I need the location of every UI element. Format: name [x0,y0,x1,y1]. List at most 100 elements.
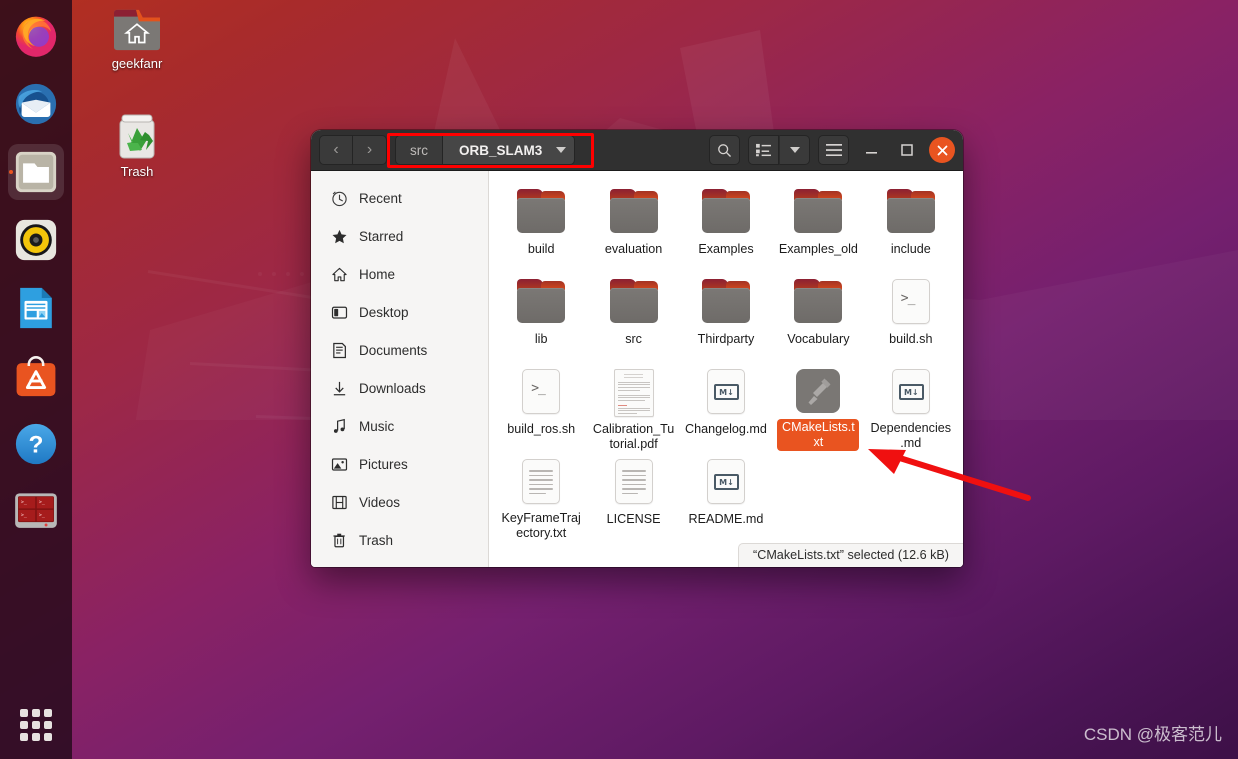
sidebar-item-pictures[interactable]: Pictures [311,445,488,483]
search-button[interactable] [709,135,740,165]
main-menu-button[interactable] [818,135,849,165]
file-item[interactable]: KeyFrameTrajectory.txt [495,451,587,541]
clock-icon [332,191,347,206]
file-item[interactable]: include [865,181,957,271]
app-grid-dot [32,721,40,729]
minimize-button[interactable] [857,136,885,164]
view-options-button[interactable] [779,135,810,165]
folder-icon [701,279,750,327]
app-grid-dot [20,709,28,717]
forward-button[interactable]: › [353,135,387,165]
file-item[interactable]: evaluation [587,181,679,271]
maximize-icon [901,144,913,156]
trash-icon [333,533,345,547]
file-item-selected[interactable]: CMakeLists.txt [772,361,864,451]
file-item[interactable]: lib [495,271,587,361]
sidebar-item-home[interactable]: Home [311,255,488,293]
file-item-placeholder [772,451,864,541]
desktop-icon-trash[interactable]: Trash [91,112,183,179]
folder-icon [886,189,935,237]
navigation-buttons: ‹ › [319,135,387,165]
app-grid-dot [20,733,28,741]
file-item[interactable]: Examples [680,181,772,271]
dock-item-ubuntu-software[interactable] [8,348,64,404]
sidebar-item-downloads[interactable]: Downloads [311,369,488,407]
file-item[interactable]: >_ build.sh [865,271,957,361]
dock-item-firefox[interactable] [8,8,64,64]
desktop-icon-home[interactable]: geekfanr [91,8,183,71]
file-item[interactable]: M↓ README.md [680,451,772,541]
files-icon [15,151,57,193]
sidebar-item-music[interactable]: Music [311,407,488,445]
wallpaper-dot [300,272,304,276]
titlebar-actions [709,135,955,165]
file-item[interactable]: LICENSE [587,451,679,541]
dock-item-libreoffice-writer[interactable] [8,280,64,336]
folder-icon [794,279,843,327]
file-name: build_ros.sh [507,422,576,436]
dock-item-files[interactable] [8,144,64,200]
sidebar-item-label: Videos [359,494,401,510]
places-sidebar: Recent Starred Home Desktop Documents Do… [311,171,489,567]
file-item[interactable]: build [495,181,587,271]
back-button[interactable]: ‹ [319,135,353,165]
sidebar-item-label: Desktop [359,304,409,320]
sidebar-item-starred[interactable]: Starred [311,217,488,255]
list-view-icon [756,143,771,157]
sidebar-item-label: Trash [359,532,394,548]
terminal-icon: >_ >_ >_ >_ [15,493,57,528]
rhythmbox-icon [15,219,57,261]
sidebar-item-videos[interactable]: Videos [311,483,488,521]
desktop-icon [331,306,348,319]
file-grid-area[interactable]: build evaluation Examples Examples_old i… [489,171,963,567]
libreoffice-writer-icon [20,287,52,329]
trash-icon [119,114,155,159]
file-item[interactable]: M↓ Dependencies.md [865,361,957,451]
dock-item-help[interactable]: ? [8,416,64,472]
sidebar-item-label: Recent [359,190,402,206]
breadcrumb-item-current[interactable]: ORB_SLAM3 [443,135,576,165]
file-item[interactable]: src [587,271,679,361]
file-name: Vocabulary [787,332,850,346]
file-item[interactable]: Examples_old [772,181,864,271]
markdown-file-icon: M↓ [702,369,750,417]
desktop-icon-label: Trash [120,164,154,179]
svg-text:>_: >_ [39,512,46,518]
file-item[interactable]: Vocabulary [772,271,864,361]
text-file-icon [517,459,565,506]
minimize-icon [865,151,877,154]
file-item[interactable]: >_ build_ros.sh [495,361,587,451]
maximize-button[interactable] [893,136,921,164]
dock-item-thunderbird[interactable] [8,76,64,132]
folder-icon [609,279,658,327]
folder-icon [517,189,566,237]
app-grid-dot [44,721,52,729]
desktop-icon-label: geekfanr [111,56,163,71]
dock-item-rhythmbox[interactable] [8,212,64,268]
close-button[interactable] [929,137,955,163]
sidebar-item-documents[interactable]: Documents [311,331,488,369]
app-grid-dot [20,721,28,729]
chevron-down-icon [556,147,567,153]
sidebar-item-desktop[interactable]: Desktop [311,293,488,331]
breadcrumb: src ORB_SLAM3 [395,135,576,165]
sidebar-item-recent[interactable]: Recent [311,179,488,217]
svg-text:>_: >_ [21,512,28,518]
thunderbird-icon [15,83,57,125]
window-titlebar: ‹ › src ORB_SLAM3 [311,130,963,171]
sidebar-item-label: Home [359,266,396,282]
file-name: build [527,242,555,256]
sidebar-item-trash[interactable]: Trash [311,521,488,559]
file-item[interactable]: M↓ Changelog.md [680,361,772,451]
file-item[interactable]: Calibration_Tutorial.pdf [587,361,679,451]
list-view-button[interactable] [748,135,779,165]
wallpaper-dot [286,272,290,276]
file-item[interactable]: Thirdparty [680,271,772,361]
breadcrumb-item-src[interactable]: src [395,135,443,165]
window-body: Recent Starred Home Desktop Documents Do… [311,171,963,567]
help-icon: ? [15,423,57,465]
file-name: README.md [688,512,764,526]
folder-icon [609,189,658,237]
dock-item-terminal[interactable]: >_ >_ >_ >_ [8,484,64,540]
show-applications-button[interactable] [20,709,52,741]
